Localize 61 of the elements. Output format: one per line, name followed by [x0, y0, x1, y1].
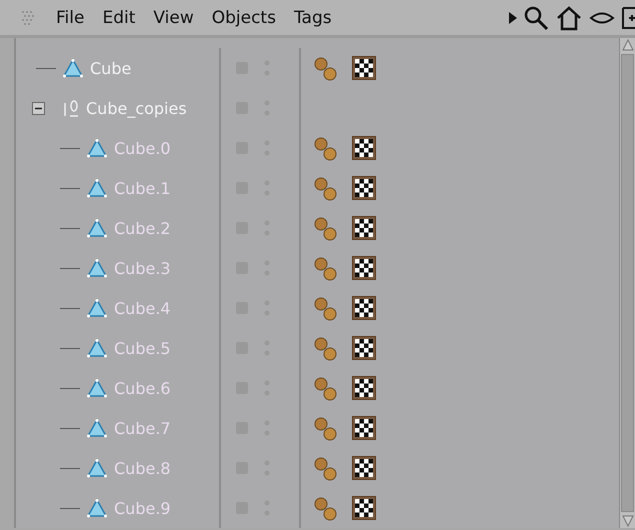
object-name[interactable]: Cube.0	[114, 138, 171, 158]
checker-tag-icon[interactable]	[352, 296, 376, 320]
null-object-icon	[62, 98, 80, 118]
object-name[interactable]: Cube.1	[114, 178, 171, 198]
object-name[interactable]: Cube.2	[114, 218, 171, 238]
triangle-icon	[86, 458, 108, 478]
checker-tag-icon[interactable]	[352, 416, 376, 440]
checker-tag-icon[interactable]	[352, 336, 376, 360]
spheres-tag-icon[interactable]	[313, 216, 338, 240]
object-name[interactable]: Cube.7	[114, 418, 171, 438]
checker-tag-icon[interactable]	[352, 496, 376, 520]
object-name[interactable]: Cube	[90, 58, 132, 78]
triangle-icon	[86, 338, 108, 358]
home-icon[interactable]	[555, 4, 583, 30]
spheres-tag-icon[interactable]	[313, 136, 338, 160]
checker-tag-icon[interactable]	[352, 176, 376, 200]
checker-tag-icon[interactable]	[352, 56, 376, 80]
object-name[interactable]: Cube.4	[114, 298, 171, 318]
spheres-tag-icon[interactable]	[313, 376, 338, 400]
scrollbar-thumb[interactable]	[621, 54, 634, 512]
triangle-icon	[86, 498, 108, 518]
triangle-icon	[86, 138, 108, 158]
object-name[interactable]: Cube.9	[114, 498, 171, 518]
spheres-tag-icon[interactable]	[313, 456, 338, 480]
menu-item[interactable]: Tags	[294, 8, 332, 28]
triangle-icon	[86, 218, 108, 238]
triangle-icon	[86, 378, 108, 398]
play-icon[interactable]	[509, 12, 517, 24]
search-icon[interactable]	[523, 4, 549, 30]
checker-tag-icon[interactable]	[352, 136, 376, 160]
eye-icon[interactable]	[589, 10, 615, 24]
object-name[interactable]: Cube.3	[114, 258, 171, 278]
triangle-icon	[86, 178, 108, 198]
object-name[interactable]: Cube.5	[114, 338, 171, 358]
spheres-tag-icon[interactable]	[313, 496, 338, 520]
menu-item[interactable]: File	[56, 8, 84, 28]
spheres-tag-icon[interactable]	[313, 56, 338, 80]
scroll-up-icon[interactable]	[622, 38, 634, 52]
menu-item[interactable]: Objects	[212, 8, 276, 28]
checker-tag-icon[interactable]	[352, 456, 376, 480]
triangle-icon	[86, 298, 108, 318]
menu-item[interactable]: Edit	[102, 8, 136, 28]
collapse-icon[interactable]	[32, 102, 45, 114]
new-window-icon[interactable]	[621, 6, 635, 30]
checker-tag-icon[interactable]	[352, 216, 376, 240]
checker-tag-icon[interactable]	[352, 256, 376, 280]
spheres-tag-icon[interactable]	[313, 416, 338, 440]
object-name[interactable]: Cube.8	[114, 458, 171, 478]
scroll-down-icon[interactable]	[622, 514, 634, 528]
object-name[interactable]: Cube_copies	[86, 98, 187, 118]
spheres-tag-icon[interactable]	[313, 336, 338, 360]
menu-item[interactable]: View	[153, 8, 194, 28]
triangle-icon	[86, 258, 108, 278]
spheres-tag-icon[interactable]	[313, 256, 338, 280]
checker-tag-icon[interactable]	[352, 376, 376, 400]
object-name[interactable]: Cube.6	[114, 378, 171, 398]
spheres-tag-icon[interactable]	[313, 296, 338, 320]
scrollbar[interactable]	[619, 38, 635, 528]
triangle-icon	[62, 58, 84, 78]
triangle-icon	[86, 418, 108, 438]
spheres-tag-icon[interactable]	[313, 176, 338, 200]
